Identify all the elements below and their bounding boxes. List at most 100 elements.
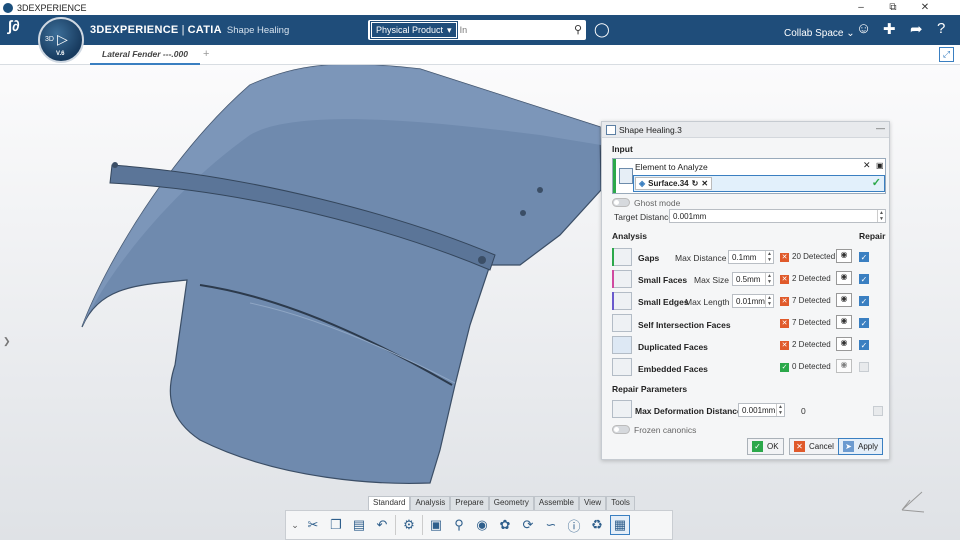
search-input[interactable] xyxy=(459,22,560,38)
tab-analysis[interactable]: Analysis xyxy=(410,496,451,510)
target-distance-value: 0.001mm xyxy=(673,212,707,221)
hide-show-icon[interactable]: ◉ xyxy=(836,249,852,263)
hide-show-icon[interactable]: ◉ xyxy=(836,337,852,351)
max-deformation-checkbox[interactable] xyxy=(873,406,883,416)
spinner-icon[interactable]: ▲ ▼ xyxy=(776,404,784,416)
hide-show-icon[interactable]: ◉ xyxy=(836,293,852,307)
small-faces-label: Small Faces xyxy=(638,275,688,285)
spinner-icon[interactable]: ▲ ▼ xyxy=(765,295,773,307)
add-tab-button[interactable]: + xyxy=(203,48,209,60)
small-faces-result: 2 Detected xyxy=(792,274,831,283)
self-intersection-result: 7 Detected xyxy=(792,318,831,327)
collab-space-dropdown[interactable]: Collab Space ⌄ xyxy=(784,28,855,39)
small-faces-icon xyxy=(612,270,632,288)
tab-standard[interactable]: Standard xyxy=(368,496,411,510)
tab-lateral-fender[interactable]: Lateral Fender ---.000 xyxy=(90,45,200,65)
share-icon[interactable]: ➦ xyxy=(910,20,923,38)
separator xyxy=(395,515,396,535)
target-distance-field[interactable]: 0.001mm ▲ ▼ xyxy=(669,209,886,223)
clear-selection-icon[interactable]: ✕ xyxy=(863,160,871,171)
max-deformation-field[interactable]: 0.001mm ▲ ▼ xyxy=(738,403,785,417)
curve-icon[interactable]: ∽ xyxy=(541,515,561,535)
ghost-mode-toggle[interactable] xyxy=(612,198,630,207)
hide-show-icon[interactable]: ◉ xyxy=(836,359,852,373)
close-window-icon[interactable]: ✕ xyxy=(910,0,940,15)
gaps-max-distance-field[interactable]: 0.1mm ▲ ▼ xyxy=(728,250,774,264)
hide-show-icon[interactable]: ◉ xyxy=(836,315,852,329)
duplicated-faces-result: 2 Detected xyxy=(792,340,831,349)
shape-healing-icon xyxy=(606,124,616,135)
surface-icon: ◈ xyxy=(639,179,646,188)
healing-active-icon[interactable]: ▦ xyxy=(610,515,630,535)
small-edges-param-value: 0.01mm xyxy=(736,297,765,306)
cancel-button[interactable]: ✕ Cancel xyxy=(789,438,839,455)
embedded-faces-repair-checkbox[interactable] xyxy=(859,362,869,372)
tag-icon[interactable]: ◯ xyxy=(594,21,610,38)
paste-icon[interactable]: ▤ xyxy=(349,515,369,535)
cut-icon[interactable]: ✂ xyxy=(303,515,323,535)
undo-icon[interactable]: ↶ xyxy=(372,515,392,535)
spinner-icon[interactable]: ▲ ▼ xyxy=(765,273,773,285)
tab-assemble[interactable]: Assemble xyxy=(533,496,579,510)
self-intersection-repair-checkbox[interactable]: ✓ xyxy=(859,318,869,328)
axis-triad-icon[interactable] xyxy=(898,488,926,516)
search-scope-dropdown[interactable]: Physical Product ▾ xyxy=(370,21,458,39)
restore-icon[interactable]: ⧉ xyxy=(878,0,908,15)
spinner-icon[interactable]: ▲ ▼ xyxy=(765,251,773,263)
help-icon[interactable]: ? xyxy=(937,20,945,37)
small-edges-label: Small Edges xyxy=(638,297,689,307)
tab-view[interactable]: View xyxy=(578,496,607,510)
info-icon[interactable]: ⓘ xyxy=(564,515,584,535)
selection-options-icon[interactable]: ▣ xyxy=(876,161,884,170)
app-name: Shape Healing xyxy=(226,25,290,36)
transform-icon[interactable]: ⟳ xyxy=(518,515,538,535)
duplicated-faces-repair-checkbox[interactable]: ✓ xyxy=(859,340,869,350)
expand-icon[interactable]: ⤢ xyxy=(939,47,954,62)
tab-prepare[interactable]: Prepare xyxy=(450,496,489,510)
frozen-canonics-label: Frozen canonics xyxy=(634,425,697,435)
ok-check-icon: ✓ xyxy=(752,441,763,452)
small-faces-repair-checkbox[interactable]: ✓ xyxy=(859,274,869,284)
inspect-icon[interactable]: ⚲ xyxy=(449,515,469,535)
copy-icon[interactable]: ❐ xyxy=(326,515,346,535)
selected-element: Surface.34 xyxy=(648,179,689,188)
recycle-icon[interactable]: ♻ xyxy=(587,515,607,535)
measure-icon[interactable]: ▣ xyxy=(426,515,446,535)
element-field[interactable]: ◈ Surface.34 ↻ ✕ ✓ xyxy=(633,175,885,192)
apply-button[interactable]: ➤ Apply xyxy=(838,438,884,455)
small-faces-max-size-field[interactable]: 0.5mm ▲ ▼ xyxy=(732,272,774,286)
small-edges-repair-checkbox[interactable]: ✓ xyxy=(859,296,869,306)
spinner-icon[interactable]: ▲ ▼ xyxy=(877,210,885,222)
frozen-canonics-toggle[interactable] xyxy=(612,425,630,434)
compass-widget[interactable]: 3D ▷ V.6 xyxy=(38,17,84,63)
ds-logo-icon: ∫∂ xyxy=(8,18,20,35)
small-edges-max-length-field[interactable]: 0.01mm ▲ ▼ xyxy=(732,294,774,308)
add-icon[interactable]: ✚ xyxy=(883,20,896,38)
small-faces-param-label: Max Size : xyxy=(694,275,734,285)
element-icon xyxy=(619,168,633,184)
surface-tool-icon[interactable]: ✿ xyxy=(495,515,515,535)
repair-header: Repair xyxy=(859,231,886,241)
side-panel-arrow-icon[interactable]: ❯ xyxy=(3,336,11,347)
hide-show-icon[interactable]: ◉ xyxy=(836,271,852,285)
panel-titlebar[interactable]: Shape Healing.3 — xyxy=(602,122,889,138)
refresh-icon[interactable]: ↻ xyxy=(692,179,699,188)
gaps-repair-checkbox[interactable]: ✓ xyxy=(859,252,869,262)
minimize-panel-icon[interactable]: — xyxy=(876,123,885,133)
remove-chip-icon[interactable]: ✕ xyxy=(701,179,708,188)
selected-element-chip[interactable]: ◈ Surface.34 ↻ ✕ xyxy=(635,177,713,190)
shape-healing-tool-icon[interactable]: ◉ xyxy=(472,515,492,535)
small-edges-param-label: Max Length : xyxy=(685,297,735,307)
user-icon[interactable]: ☺ xyxy=(856,20,871,37)
tab-tools[interactable]: Tools xyxy=(606,496,635,510)
shape-healing-panel: Shape Healing.3 — Input Element to Analy… xyxy=(601,121,890,460)
ok-button[interactable]: ✓ OK xyxy=(747,438,784,455)
action-bar-menu-icon[interactable]: ⌄ xyxy=(290,515,300,535)
search-icon[interactable]: ⚲ xyxy=(574,23,582,36)
fender-hole xyxy=(520,210,526,216)
tab-geometry[interactable]: Geometry xyxy=(488,496,534,510)
update-icon[interactable]: ⚙ xyxy=(399,515,419,535)
ok-status-icon: ✓ xyxy=(780,363,789,372)
brand-title: 3DEXPERIENCE | CATIA Shape Healing xyxy=(90,24,290,36)
minimize-icon[interactable]: – xyxy=(846,0,876,15)
